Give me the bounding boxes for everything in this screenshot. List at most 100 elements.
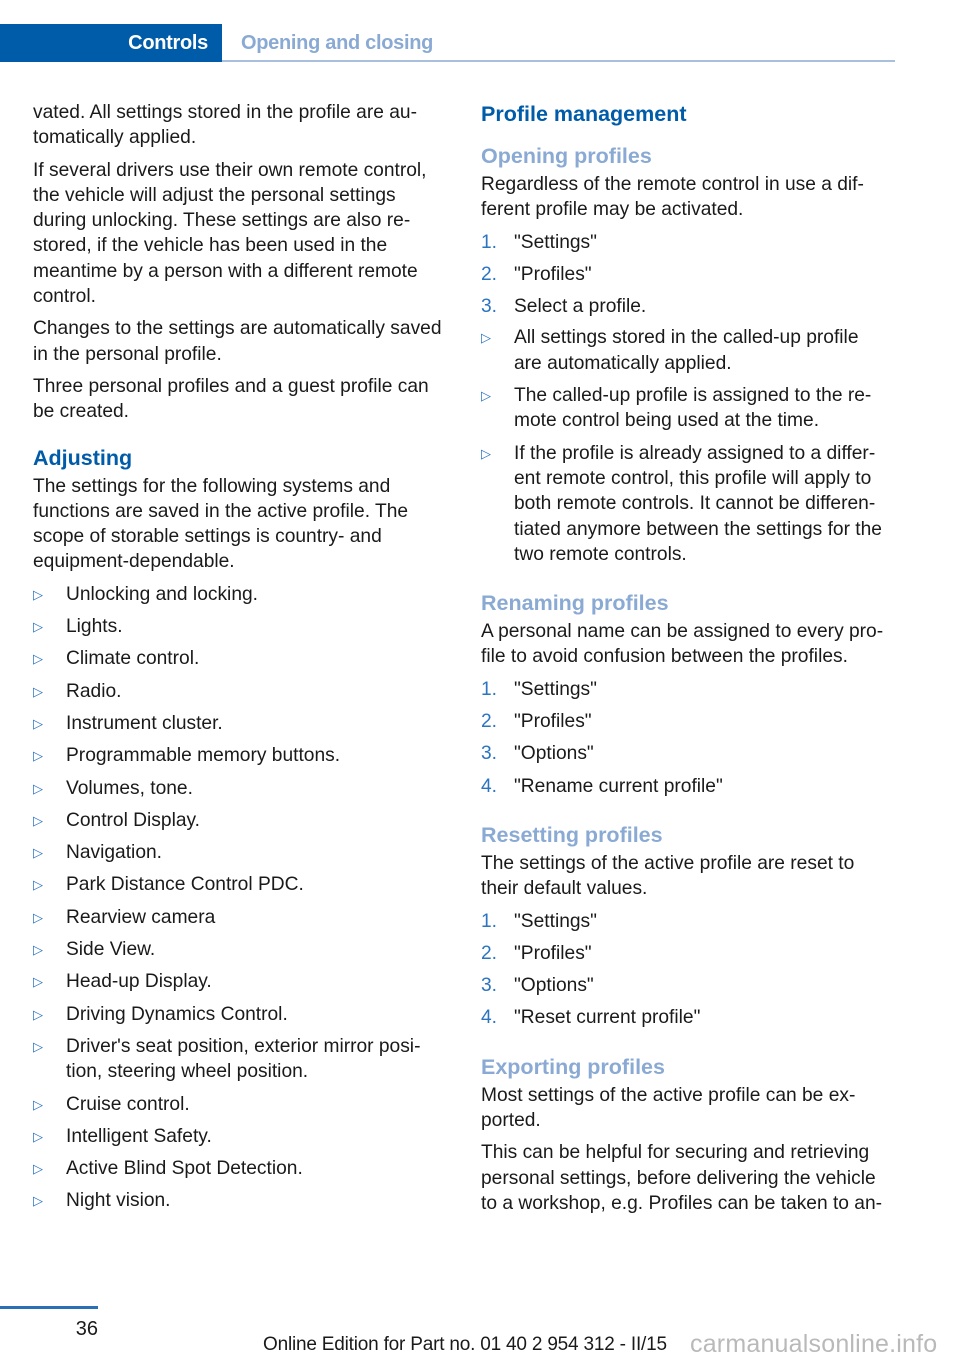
list-item-text: If the profile is already assigned to a … bbox=[514, 442, 882, 565]
opening-profiles-text: Regardless of the remote control in use … bbox=[481, 174, 864, 221]
paragraph: vated. All settings stored in the profil… bbox=[33, 102, 417, 149]
list-item: ▷ Head-up Display. bbox=[33, 969, 443, 994]
list-item-text: Intelligent Safety. bbox=[66, 1125, 212, 1147]
triangle-right-icon: ▷ bbox=[33, 812, 43, 828]
step-item: 3. Select a profile. bbox=[481, 294, 891, 319]
step-text: "Settings" bbox=[514, 678, 597, 700]
list-item: ▷ Volumes, tone. bbox=[33, 776, 443, 801]
list-item: ▷ Lights. bbox=[33, 614, 443, 639]
triangle-right-icon: ▷ bbox=[33, 683, 43, 699]
resetting-steps-list: 1. "Settings" 2. "Profiles" 3. "Options" 4. "Re… bbox=[481, 909, 891, 1031]
step-item: 4. "Rename current profile" bbox=[481, 774, 891, 799]
step-number: 2. bbox=[481, 942, 498, 964]
list-item-text: Driving Dynamics Control. bbox=[66, 1003, 288, 1025]
triangle-right-icon: ▷ bbox=[33, 748, 43, 764]
chapter-tab: Controls bbox=[0, 24, 222, 62]
step-text: "Rename current profile" bbox=[514, 775, 723, 797]
section-title: Opening and closing bbox=[241, 32, 434, 54]
step-item: 2. "Profiles" bbox=[481, 709, 891, 734]
footer-rule bbox=[0, 1306, 98, 1309]
paragraph: Three personal profiles and a guest prof… bbox=[33, 375, 429, 423]
watermark: carmanualsonline.info bbox=[690, 1330, 938, 1358]
list-item-text: Night vision. bbox=[66, 1190, 171, 1212]
triangle-right-icon: ▷ bbox=[33, 1006, 43, 1022]
list-item: ▷ Driver's seat position, exterior mirror… bbox=[33, 1034, 443, 1085]
list-item-text: Side View. bbox=[66, 939, 156, 961]
list-item: ▷ Climate control. bbox=[33, 646, 443, 671]
list-item: ▷ All settings stored in the called-up pr… bbox=[481, 325, 891, 376]
triangle-right-icon: ▷ bbox=[33, 845, 43, 861]
step-number: 1. bbox=[481, 678, 498, 700]
step-number: 1. bbox=[481, 231, 498, 253]
exporting-paragraph: This can be helpful for securing and ret… bbox=[481, 1142, 883, 1214]
list-item: ▷ Unlocking and locking. bbox=[33, 582, 443, 607]
triangle-right-icon: ▷ bbox=[33, 1128, 43, 1144]
page-header: Controls Opening and closing bbox=[0, 24, 895, 62]
paragraph: If several drivers use their own remote … bbox=[33, 159, 427, 308]
list-item: ▷ Park Distance Control PDC. bbox=[33, 872, 443, 897]
step-text: "Reset current profile" bbox=[514, 1007, 701, 1029]
list-item-text: All settings stored in the called-up pro… bbox=[514, 327, 859, 374]
step-item: 3. "Options" bbox=[481, 741, 891, 766]
triangle-right-icon: ▷ bbox=[33, 1193, 43, 1209]
list-item-text: Unlocking and locking. bbox=[66, 583, 258, 605]
header-rule bbox=[222, 60, 895, 62]
list-item-text: Driver's seat position, exterior mirror … bbox=[66, 1035, 421, 1083]
step-text: "Settings" bbox=[514, 231, 597, 253]
step-text: "Profiles" bbox=[514, 711, 592, 733]
step-item: 1. "Settings" bbox=[481, 677, 891, 702]
list-item: ▷ Night vision. bbox=[33, 1188, 443, 1213]
triangle-right-icon: ▷ bbox=[33, 619, 43, 635]
step-item: 2. "Profiles" bbox=[481, 262, 891, 287]
list-item: ▷ Programmable memory buttons. bbox=[33, 743, 443, 768]
list-item-text: Control Display. bbox=[66, 809, 201, 831]
triangle-right-icon: ▷ bbox=[33, 651, 43, 667]
triangle-right-icon: ▷ bbox=[33, 586, 43, 602]
step-text: "Settings" bbox=[514, 910, 597, 932]
list-item-text: Volumes, tone. bbox=[66, 777, 193, 799]
adjusting-heading: Adjusting bbox=[33, 445, 133, 470]
list-item-text: Climate control. bbox=[66, 648, 200, 670]
triangle-right-icon: ▷ bbox=[481, 388, 491, 404]
renaming-steps-list: 1. "Settings" 2. "Profiles" 3. "Options" 4. "Re… bbox=[481, 677, 891, 799]
step-item: 1. "Settings" bbox=[481, 909, 891, 934]
step-number: 3. bbox=[481, 975, 498, 997]
triangle-right-icon: ▷ bbox=[33, 1161, 43, 1177]
list-item: ▷ Control Display. bbox=[33, 808, 443, 833]
list-item-text: Head-up Display. bbox=[66, 971, 212, 993]
opening-notes-list: ▷ All settings stored in the called-up pr… bbox=[481, 325, 891, 567]
list-item-text: Radio. bbox=[66, 680, 122, 702]
triangle-right-icon: ▷ bbox=[481, 445, 491, 461]
triangle-right-icon: ▷ bbox=[33, 715, 43, 731]
step-item: 3. "Options" bbox=[481, 973, 891, 998]
left-column: vated. All settings stored in the profil… bbox=[33, 100, 443, 1224]
list-item-text: Instrument cluster. bbox=[66, 712, 223, 734]
step-number: 1. bbox=[481, 910, 498, 932]
list-item-text: Lights. bbox=[66, 616, 123, 638]
step-text: "Profiles" bbox=[514, 263, 592, 285]
list-item: ▷ Radio. bbox=[33, 679, 443, 704]
step-number: 4. bbox=[481, 775, 498, 797]
step-number: 3. bbox=[481, 743, 498, 765]
list-item-text: The called-up profile is assigned to the… bbox=[514, 385, 872, 432]
triangle-right-icon: ▷ bbox=[33, 877, 43, 893]
paragraph: Changes to the settings are automaticall… bbox=[33, 318, 442, 365]
triangle-right-icon: ▷ bbox=[33, 1096, 43, 1112]
step-text: "Options" bbox=[514, 743, 594, 765]
step-number: 2. bbox=[481, 711, 498, 733]
list-item: ▷ Side View. bbox=[33, 937, 443, 962]
list-item-text: Programmable memory buttons. bbox=[66, 745, 341, 767]
step-item: 1. "Settings" bbox=[481, 230, 891, 255]
list-item-text: Park Distance Control PDC. bbox=[66, 874, 304, 896]
list-item: ▷ The called-up profile is assigned to th… bbox=[481, 383, 891, 434]
list-item: ▷ Active Blind Spot Detection. bbox=[33, 1156, 443, 1181]
step-text: "Options" bbox=[514, 975, 594, 997]
resetting-profiles-heading: Resetting profiles bbox=[481, 822, 663, 847]
opening-steps-list: 1. "Settings" 2. "Profiles" 3. Select a profi… bbox=[481, 230, 891, 320]
triangle-right-icon: ▷ bbox=[33, 1038, 43, 1054]
list-item: ▷ Navigation. bbox=[33, 840, 443, 865]
triangle-right-icon: ▷ bbox=[33, 974, 43, 990]
